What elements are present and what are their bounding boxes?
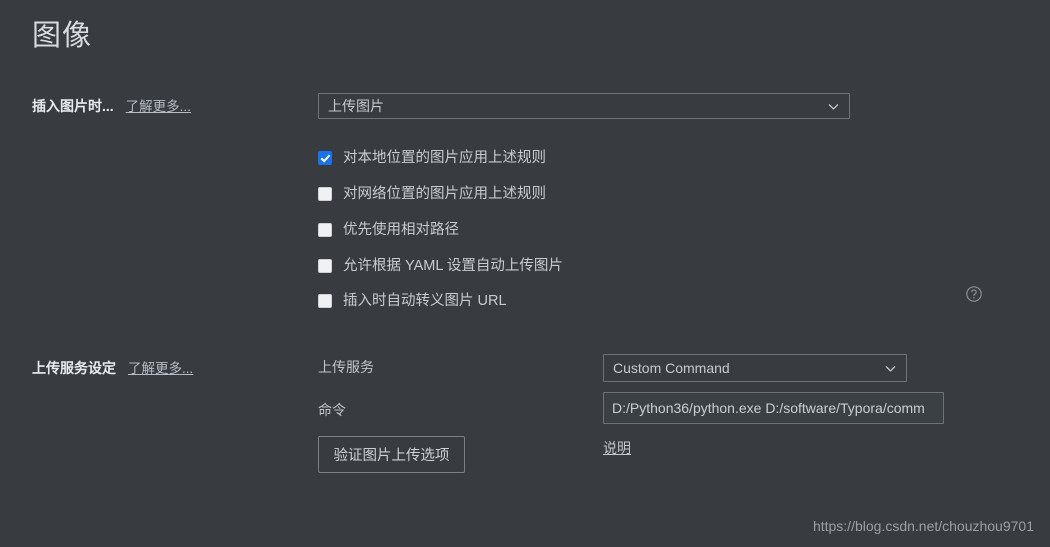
upload-service-field-label: 上传服务: [318, 359, 374, 375]
insert-action-select-value: 上传图片: [328, 98, 384, 114]
upload-service-learn-more-link[interactable]: 了解更多...: [128, 361, 193, 376]
checkbox-label-yaml-auto-upload: 允许根据 YAML 设置自动上传图片: [343, 258, 563, 274]
checkbox-row-escape-url[interactable]: 插入时自动转义图片 URL: [318, 294, 507, 309]
insert-image-label-text: 插入图片时...: [32, 98, 114, 114]
checkbox-row-relative-path[interactable]: 优先使用相对路径: [318, 223, 459, 238]
upload-service-select-value: Custom Command: [613, 360, 730, 376]
help-circle-icon[interactable]: [965, 285, 983, 303]
command-description-link[interactable]: 说明: [603, 438, 631, 458]
checkbox-row-yaml-auto-upload[interactable]: 允许根据 YAML 设置自动上传图片: [318, 259, 563, 274]
upload-service-section-label: 上传服务设定 了解更多...: [32, 357, 193, 378]
checkbox-label-network-rule: 对网络位置的图片应用上述规则: [343, 186, 546, 202]
insert-image-learn-more-link[interactable]: 了解更多...: [126, 99, 191, 114]
insert-action-select[interactable]: 上传图片: [318, 93, 850, 119]
upload-service-label-text: 上传服务设定: [32, 360, 116, 376]
page-title: 图像: [32, 20, 93, 52]
chevron-down-icon: [884, 362, 897, 375]
checkbox-local-rule[interactable]: [318, 151, 332, 166]
checkbox-label-relative-path: 优先使用相对路径: [343, 222, 459, 238]
command-input[interactable]: D:/Python36/python.exe D:/software/Typor…: [603, 392, 944, 424]
checkbox-network-rule[interactable]: [318, 187, 332, 202]
watermark-text: https://blog.csdn.net/chouzhou9701: [812, 518, 1034, 534]
checkbox-yaml-auto-upload[interactable]: [318, 259, 332, 274]
insert-image-section-label: 插入图片时... 了解更多...: [32, 95, 191, 116]
upload-service-select[interactable]: Custom Command: [603, 354, 907, 382]
checkbox-row-local-rule[interactable]: 对本地位置的图片应用上述规则: [318, 151, 546, 166]
checkbox-escape-url[interactable]: [318, 294, 332, 309]
checkbox-label-local-rule: 对本地位置的图片应用上述规则: [343, 150, 546, 166]
chevron-down-icon: [827, 100, 840, 113]
checkbox-row-network-rule[interactable]: 对网络位置的图片应用上述规则: [318, 187, 546, 202]
verify-upload-options-button[interactable]: 验证图片上传选项: [318, 436, 465, 473]
checkbox-label-escape-url: 插入时自动转义图片 URL: [343, 293, 507, 309]
command-field-label: 命令: [318, 402, 346, 418]
image-preferences-panel: 图像 插入图片时... 了解更多... 上传图片 对本地位置的图片应用上述规则 对…: [0, 0, 1050, 547]
checkbox-relative-path[interactable]: [318, 223, 332, 238]
